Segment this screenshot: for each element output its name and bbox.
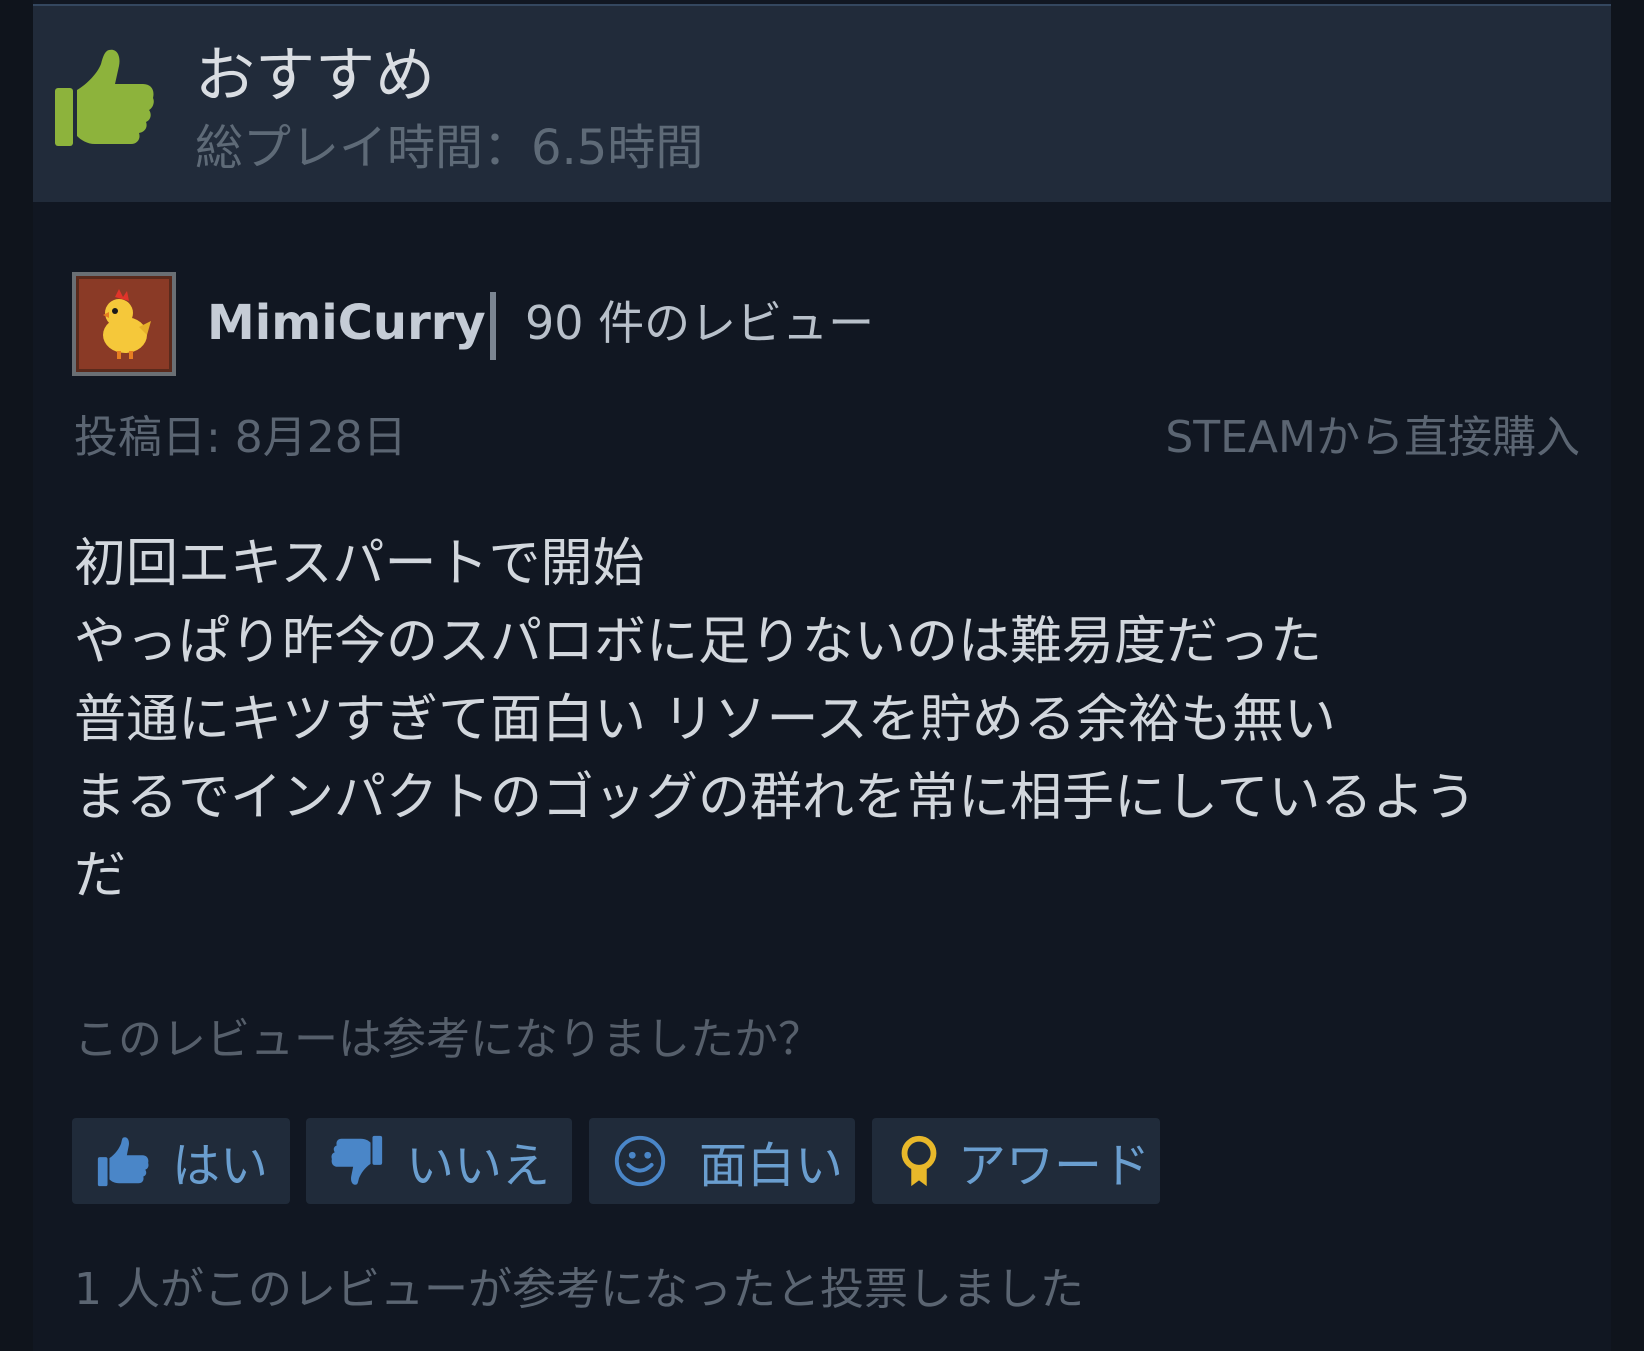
vote-no-label: いいえ — [406, 1138, 551, 1194]
thumbs-down-icon — [331, 1135, 383, 1185]
review-line: だ — [74, 846, 127, 906]
posted-date: 投稿日: 8月28日 — [74, 412, 407, 463]
smiley-icon — [614, 1135, 666, 1187]
review-page: おすすめ 総プレイ時間：6.5時間 MimiCurry 90 件のレビュー 投稿… — [0, 0, 1644, 1351]
author-name-link[interactable]: MimiCurry — [207, 292, 486, 354]
purchase-source: STEAMから直接購入 — [1165, 412, 1580, 463]
review-line: やっぱり昨今のスパロボに足りないのは難易度だった — [74, 612, 1323, 672]
helpful-vote-count: 1 人がこのレビューが参考になったと投票しました — [74, 1264, 1084, 1315]
chicken-icon — [103, 289, 151, 359]
review-header: おすすめ 総プレイ時間：6.5時間 — [33, 4, 1611, 202]
award-button[interactable]: アワード — [872, 1118, 1160, 1204]
thumbs-up-icon — [97, 1137, 149, 1187]
thumbs-up-icon — [55, 49, 154, 146]
playtime-label: 総プレイ時間：6.5時間 — [195, 120, 704, 176]
vote-yes-label: はい — [172, 1138, 269, 1194]
award-label: アワード — [958, 1138, 1151, 1194]
chicken-avatar-image — [76, 276, 172, 372]
author-review-count-link[interactable]: 90 件のレビュー — [525, 292, 874, 354]
recommendation-label: おすすめ — [195, 41, 435, 111]
review-line: まるでインパクトのゴッグの群れを常に相手にしているよう — [74, 768, 1477, 828]
review-line: 初回エキスパートで開始 — [74, 534, 645, 594]
avatar[interactable] — [72, 272, 176, 376]
helpful-question: このレビューは参考になりましたか？ — [74, 1014, 822, 1065]
vote-funny-button[interactable]: 面白い — [589, 1118, 855, 1204]
review-body: 初回エキスパートで開始 やっぱり昨今のスパロボに足りないのは難易度だった 普通に… — [74, 525, 1574, 915]
vote-yes-button[interactable]: はい — [72, 1118, 290, 1204]
vote-no-button[interactable]: いいえ — [306, 1118, 572, 1204]
review-line: 普通にキツすぎて面白い リソースを貯める余裕も無い — [74, 690, 1336, 750]
award-ribbon-icon — [901, 1135, 937, 1187]
author-divider — [490, 292, 496, 360]
vote-funny-label: 面白い — [699, 1138, 844, 1194]
